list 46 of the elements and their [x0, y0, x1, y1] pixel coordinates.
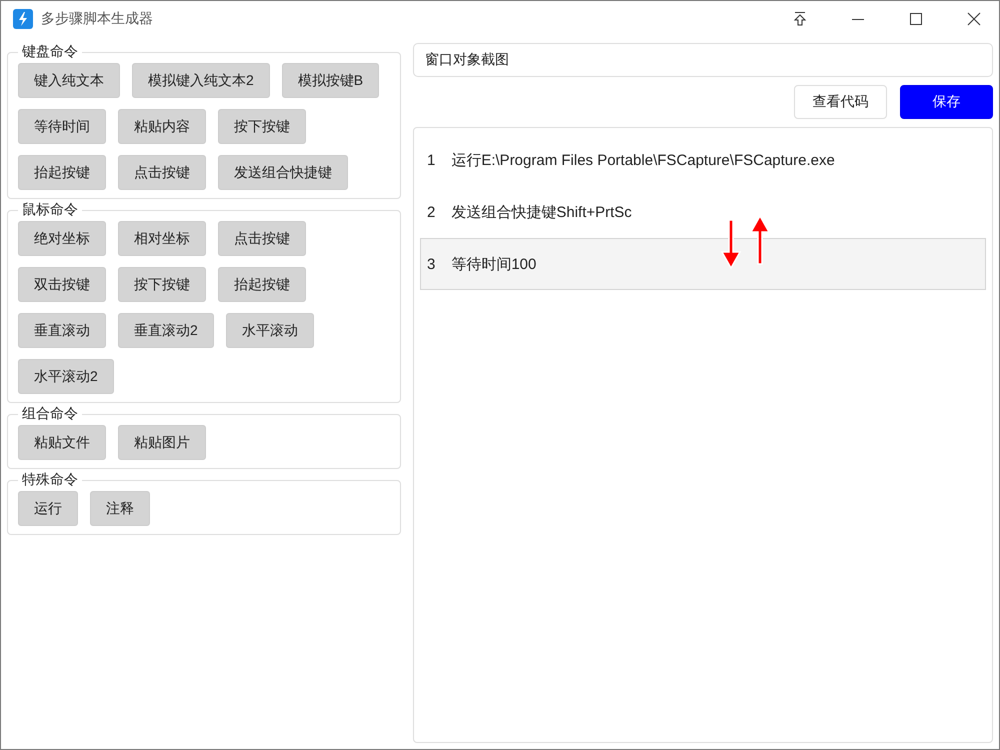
step-text: 发送组合快捷键Shift+PrtSc — [451, 202, 632, 222]
command-button[interactable]: 垂直滚动 — [18, 313, 106, 348]
command-button[interactable]: 抬起按键 — [218, 267, 306, 302]
command-button[interactable]: 粘贴文件 — [18, 425, 106, 460]
command-button[interactable]: 模拟按键B — [282, 63, 380, 98]
command-button[interactable]: 粘贴内容 — [118, 109, 206, 144]
step-row[interactable]: 1 运行E:\Program Files Portable\FSCapture\FSCapture.exe — [420, 134, 986, 186]
command-button[interactable]: 注释 — [90, 491, 150, 526]
command-button[interactable]: 按下按键 — [218, 109, 306, 144]
step-number: 3 — [427, 256, 436, 272]
command-button[interactable]: 水平滚动 — [226, 313, 314, 348]
command-button[interactable]: 点击按键 — [218, 221, 306, 256]
command-button[interactable]: 等待时间 — [18, 109, 106, 144]
group-title: 特殊命令 — [21, 471, 79, 489]
command-button[interactable]: 抬起按键 — [18, 155, 106, 190]
down-arrow-icon — [720, 219, 742, 270]
close-icon — [967, 12, 981, 26]
step-row[interactable]: 3 等待时间100 — [420, 238, 986, 290]
group-title: 键盘命令 — [21, 43, 79, 61]
step-text: 等待时间100 — [451, 254, 536, 274]
view-code-button[interactable]: 查看代码 — [794, 85, 887, 119]
step-number: 1 — [427, 152, 436, 168]
window-title: 多步骤脚本生成器 — [41, 10, 154, 28]
command-button[interactable]: 双击按键 — [18, 267, 106, 302]
command-button[interactable]: 粘贴图片 — [118, 425, 206, 460]
command-button[interactable]: 运行 — [18, 491, 78, 526]
minimize-icon — [852, 18, 864, 20]
step-number: 2 — [427, 204, 436, 220]
command-button[interactable]: 相对坐标 — [118, 221, 206, 256]
command-button[interactable]: 绝对坐标 — [18, 221, 106, 256]
group-title: 组合命令 — [21, 405, 79, 423]
step-row[interactable]: 2 发送组合快捷键Shift+PrtSc — [420, 186, 986, 238]
command-button[interactable]: 点击按键 — [118, 155, 206, 190]
script-name-field[interactable]: 窗口对象截图 — [413, 43, 993, 77]
pin-icon — [792, 11, 808, 27]
command-button[interactable]: 模拟键入纯文本2 — [132, 63, 270, 98]
command-button[interactable]: 按下按键 — [118, 267, 206, 302]
save-button[interactable]: 保存 — [900, 85, 993, 119]
lightning-app-icon — [13, 9, 33, 29]
maximize-icon — [909, 12, 923, 26]
command-button[interactable]: 发送组合快捷键 — [218, 155, 348, 190]
command-button[interactable]: 键入纯文本 — [18, 63, 120, 98]
command-button[interactable]: 水平滚动2 — [18, 359, 114, 394]
step-text: 运行E:\Program Files Portable\FSCapture\FSCapture.exe — [451, 150, 835, 170]
command-button[interactable]: 垂直滚动2 — [118, 313, 214, 348]
group-title: 鼠标命令 — [21, 201, 79, 219]
